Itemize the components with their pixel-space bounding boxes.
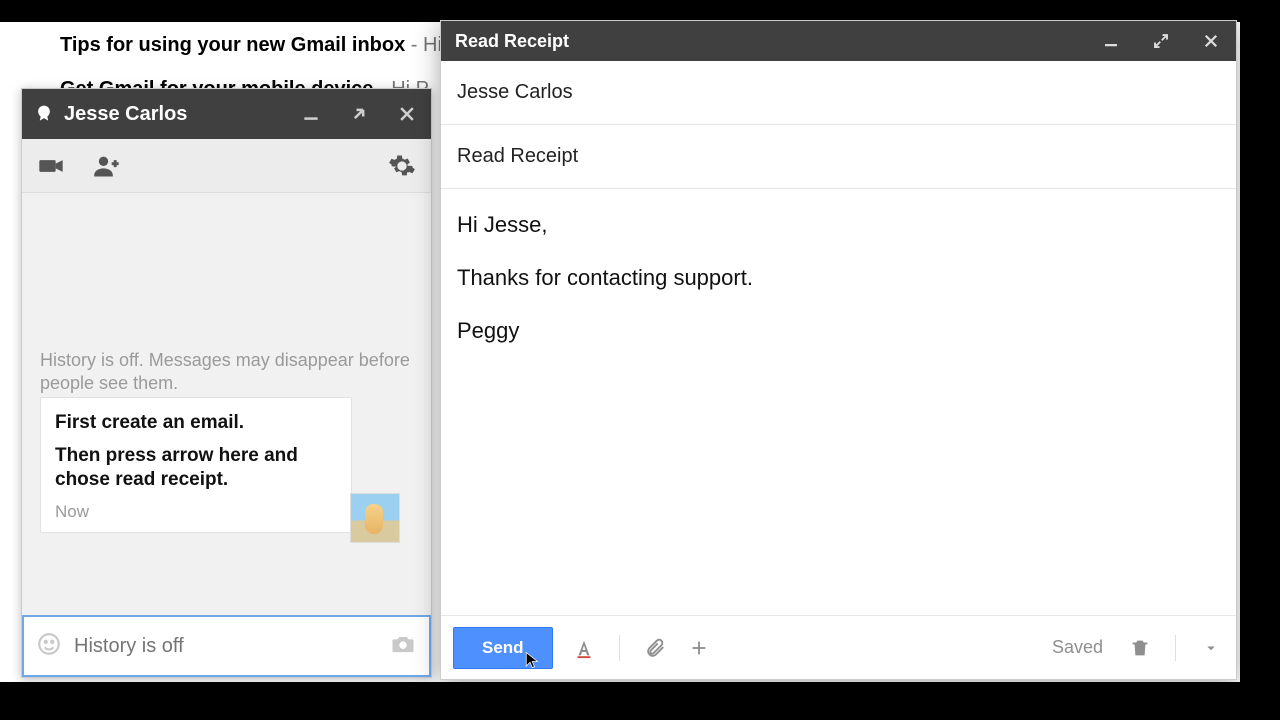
- compose-to-value: Jesse Carlos: [457, 81, 573, 104]
- message-line: Then press arrow here and chose read rec…: [55, 444, 337, 492]
- camera-icon[interactable]: [389, 630, 417, 663]
- compose-body[interactable]: Hi Jesse, Thanks for contacting support.…: [441, 189, 1236, 615]
- body-line: Thanks for contacting support.: [457, 260, 1220, 295]
- format-icon[interactable]: [571, 635, 597, 661]
- message-timestamp: Now: [55, 502, 337, 522]
- avatar: [350, 493, 400, 543]
- message-line: First create an email.: [55, 412, 337, 434]
- compose-to-field[interactable]: Jesse Carlos: [441, 61, 1236, 125]
- body-line: Hi Jesse,: [457, 207, 1220, 242]
- saved-label: Saved: [1052, 637, 1103, 658]
- expand-icon[interactable]: [1150, 30, 1172, 52]
- insert-more-icon[interactable]: [686, 635, 712, 661]
- attachment-icon[interactable]: [642, 635, 668, 661]
- chat-body: History is off. Messages may disappear b…: [22, 193, 431, 615]
- send-button[interactable]: Send: [453, 627, 553, 669]
- compose-subject-value: Read Receipt: [457, 145, 578, 168]
- close-icon[interactable]: [395, 102, 419, 126]
- add-person-icon[interactable]: [92, 151, 122, 181]
- popout-icon[interactable]: [347, 102, 371, 126]
- chat-title: Jesse Carlos: [64, 103, 289, 126]
- history-note: History is off. Messages may disappear b…: [40, 349, 413, 394]
- presence-icon: [34, 104, 54, 124]
- chat-message: First create an email. Then press arrow …: [40, 397, 352, 533]
- compose-title: Read Receipt: [455, 31, 1086, 52]
- chat-text-input[interactable]: [74, 635, 377, 658]
- gear-icon[interactable]: [387, 151, 417, 181]
- chat-input-bar[interactable]: [22, 615, 431, 677]
- emoji-icon[interactable]: [36, 631, 62, 662]
- minimize-icon[interactable]: [299, 102, 323, 126]
- video-call-icon[interactable]: [36, 151, 66, 181]
- inbox-subject: Tips for using your new Gmail inbox: [60, 34, 405, 56]
- chat-header: Jesse Carlos: [22, 89, 431, 139]
- chat-window: Jesse Carlos History is off.: [21, 88, 432, 678]
- close-icon[interactable]: [1200, 30, 1222, 52]
- compose-subject-field[interactable]: Read Receipt: [441, 125, 1236, 189]
- body-line: Peggy: [457, 313, 1220, 348]
- inbox-row[interactable]: Tips for using your new Gmail inbox - Hi…: [60, 34, 461, 57]
- more-options-icon[interactable]: [1198, 635, 1224, 661]
- compose-footer: Send Saved: [441, 615, 1236, 679]
- compose-window: Read Receipt Jesse Carlos Read Receipt H…: [440, 20, 1237, 680]
- minimize-icon[interactable]: [1100, 30, 1122, 52]
- divider: [1175, 635, 1176, 661]
- divider: [619, 635, 620, 661]
- chat-toolbar: [22, 139, 431, 193]
- trash-icon[interactable]: [1127, 635, 1153, 661]
- compose-header: Read Receipt: [441, 21, 1236, 61]
